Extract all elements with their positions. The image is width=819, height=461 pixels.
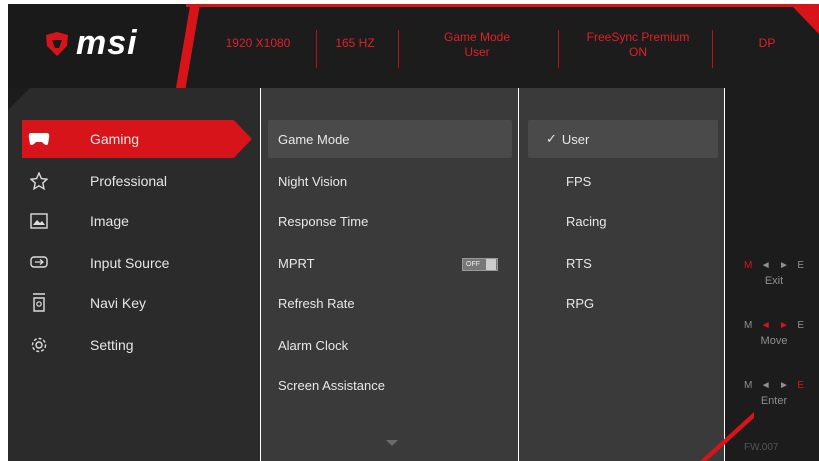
option-rpg[interactable]: RPG bbox=[528, 284, 718, 322]
key-hint-label: Exit bbox=[764, 275, 784, 287]
category-gaming[interactable]: Gaming bbox=[22, 120, 252, 158]
category-label: Setting bbox=[90, 337, 134, 353]
menu-item-night-vision[interactable]: Night Vision bbox=[268, 162, 512, 200]
category-professional[interactable]: Professional bbox=[26, 162, 167, 200]
freesync-status-value: ON bbox=[629, 45, 647, 59]
menu-item-label: Alarm Clock bbox=[278, 337, 349, 353]
resolution-label: 1920 X1080 bbox=[225, 36, 291, 50]
monitor-osd: msi 1920 X1080 165 HZ Game Mode User Fre… bbox=[0, 0, 819, 461]
toggle-state-label: OFF bbox=[466, 261, 480, 268]
key-menu: M bbox=[744, 380, 753, 391]
navi-key-icon bbox=[26, 293, 52, 313]
check-icon: ✓ bbox=[546, 131, 557, 146]
category-label: Gaming bbox=[90, 131, 140, 147]
key-right: ► bbox=[779, 380, 789, 391]
refresh-rate-label: 165 HZ bbox=[335, 36, 375, 50]
key-right: ► bbox=[779, 320, 789, 331]
menu-item-refresh-rate[interactable]: Refresh Rate bbox=[268, 284, 512, 322]
option-rts[interactable]: RTS bbox=[528, 244, 718, 282]
category-label: Navi Key bbox=[90, 295, 147, 311]
category-image[interactable]: Image bbox=[26, 202, 129, 240]
menu-item-response-time[interactable]: Response Time bbox=[268, 202, 512, 240]
key-enter: E bbox=[797, 260, 804, 271]
menu-item-label: Game Mode bbox=[278, 131, 350, 147]
menu-item-label: Screen Assistance bbox=[278, 377, 385, 393]
option-fps[interactable]: FPS bbox=[528, 162, 718, 200]
input-source-icon bbox=[26, 253, 52, 273]
category-navi-key[interactable]: Navi Key bbox=[26, 284, 146, 322]
freesync-status-label: FreeSync Premium bbox=[586, 30, 690, 44]
key-enter: E bbox=[797, 320, 804, 331]
menu-item-label: Response Time bbox=[278, 213, 369, 229]
header-separator bbox=[316, 30, 317, 68]
game-mode-status-label: Game Mode bbox=[443, 30, 511, 44]
key-hint-label: Enter bbox=[760, 395, 788, 407]
option-label: Racing bbox=[566, 213, 607, 229]
menu-item-mprt[interactable]: MPRT OFF bbox=[268, 244, 512, 282]
menu-item-screen-assistance[interactable]: Screen Assistance bbox=[268, 366, 512, 404]
menu-item-game-mode[interactable]: Game Mode bbox=[268, 120, 512, 158]
key-hint-keys: M ◄ ► E bbox=[736, 380, 812, 391]
category-setting[interactable]: Setting bbox=[26, 326, 134, 364]
freesync-status: FreeSync Premium ON bbox=[562, 30, 714, 70]
option-racing[interactable]: Racing bbox=[528, 202, 718, 240]
key-hint-exit: M ◄ ► E Exit bbox=[736, 260, 812, 287]
option-label: FPS bbox=[566, 173, 592, 189]
key-hint-label: Move bbox=[760, 335, 788, 347]
category-label: Input Source bbox=[90, 255, 170, 271]
key-right: ► bbox=[779, 260, 789, 271]
key-left: ◄ bbox=[760, 260, 771, 271]
key-left: ◄ bbox=[760, 320, 771, 331]
brand-logo: msi bbox=[76, 24, 138, 62]
msi-dragon-icon bbox=[43, 31, 71, 57]
category-label: Professional bbox=[90, 173, 168, 189]
menu-item-label: Night Vision bbox=[278, 173, 348, 189]
menu-item-label: MPRT bbox=[278, 255, 315, 271]
toggle-knob bbox=[486, 259, 496, 270]
key-left: ◄ bbox=[760, 380, 771, 391]
option-label: RPG bbox=[566, 295, 595, 311]
key-hint-enter: M ◄ ► E Enter bbox=[736, 380, 812, 407]
header-top-red-line bbox=[186, 4, 819, 7]
key-menu: M bbox=[744, 320, 753, 331]
option-user[interactable]: ✓ User bbox=[528, 120, 718, 158]
menu-item-alarm-clock[interactable]: Alarm Clock bbox=[268, 326, 512, 364]
option-label: RTS bbox=[566, 255, 592, 271]
game-mode-status: Game Mode User bbox=[404, 30, 550, 70]
option-label: User bbox=[561, 131, 590, 147]
key-hint-move: M ◄ ► E Move bbox=[736, 320, 812, 347]
category-label: Image bbox=[90, 213, 129, 229]
gear-icon bbox=[26, 335, 52, 355]
game-mode-status-value: User bbox=[464, 45, 490, 59]
category-input-source[interactable]: Input Source bbox=[26, 244, 169, 282]
mprt-toggle[interactable]: OFF bbox=[462, 258, 498, 271]
menu-item-label: Refresh Rate bbox=[278, 295, 355, 311]
scroll-down-arrow-icon[interactable] bbox=[386, 440, 398, 446]
firmware-version: FW.007 bbox=[744, 442, 779, 453]
star-icon bbox=[26, 171, 52, 191]
header-separator bbox=[712, 30, 713, 68]
key-menu: M bbox=[744, 260, 753, 271]
image-icon bbox=[26, 211, 52, 231]
header-separator bbox=[398, 30, 399, 68]
gamepad-icon bbox=[26, 129, 52, 149]
header-separator bbox=[558, 30, 559, 68]
key-enter: E bbox=[797, 380, 804, 391]
key-hint-keys: M ◄ ► E bbox=[736, 320, 812, 331]
key-hint-keys: M ◄ ► E bbox=[736, 260, 812, 271]
input-source-status: DP bbox=[758, 36, 776, 50]
